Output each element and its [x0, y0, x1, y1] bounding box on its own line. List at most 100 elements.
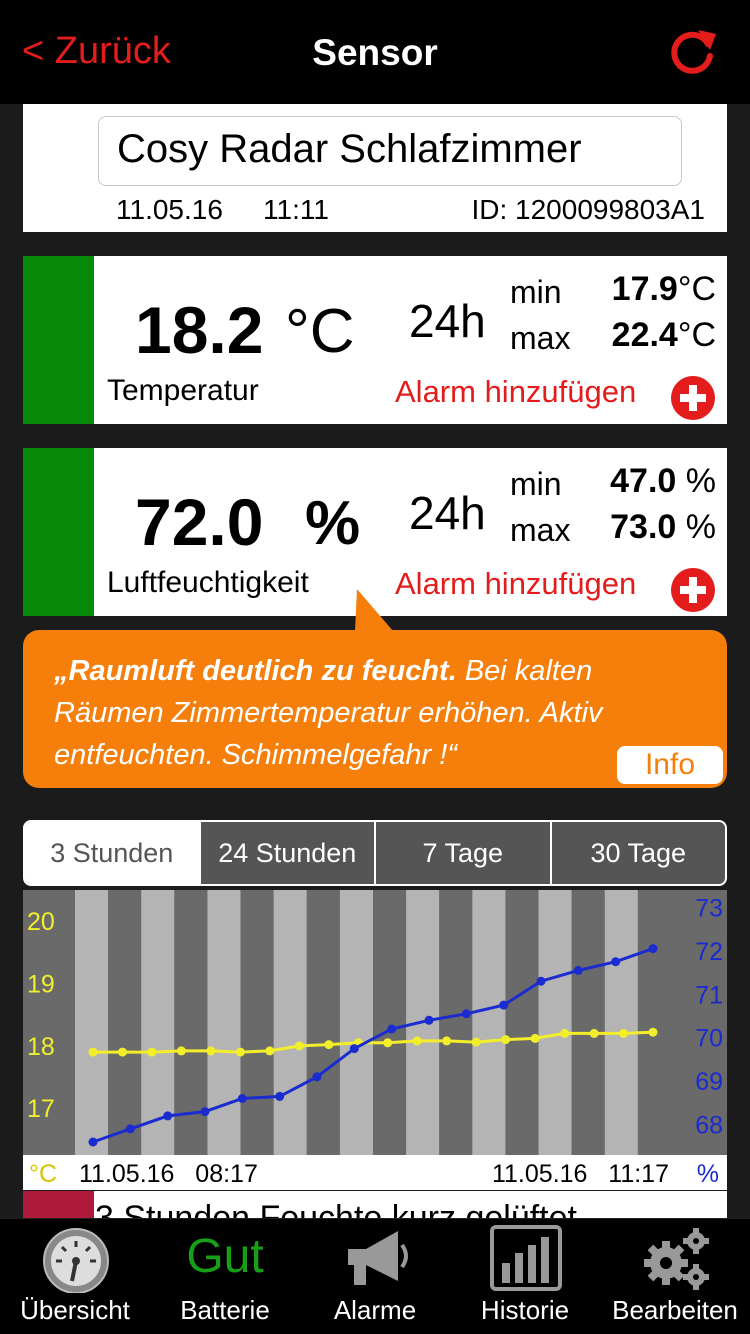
humidity-data-point	[611, 957, 621, 967]
temperature-min-label: min	[510, 274, 562, 310]
advice-bubble: „Raumluft deutlich zu feucht. Bei kalten…	[23, 630, 727, 788]
temperature-unit: °C	[285, 297, 355, 366]
humidity-max-unit: %	[685, 508, 716, 546]
humidity-data-point	[424, 1015, 434, 1025]
temperature-data-point	[648, 1027, 658, 1037]
humidity-min-label: min	[510, 466, 562, 502]
info-button[interactable]: Info	[617, 746, 723, 784]
x-axis-end-label: 11.05.16 11:17	[492, 1160, 669, 1188]
megaphone-icon	[348, 1231, 408, 1285]
humidity-label: Luftfeuchtigkeit	[107, 566, 309, 599]
left-axis-tick-label: 18	[27, 1033, 55, 1061]
humidity-data-point	[387, 1024, 397, 1034]
temperature-card: 18.2 °C Temperatur 24h min max 17.9°C 22…	[23, 256, 727, 424]
sensor-screen: < Zurück Sensor Cosy Radar Schlafzimmer …	[0, 0, 750, 1334]
content-area: Cosy Radar Schlafzimmer 11.05.16 11:11 I…	[0, 104, 750, 1218]
right-axis-tick-label: 72	[695, 938, 723, 966]
temperature-data-point	[294, 1041, 304, 1051]
tab-label: Alarme	[333, 1295, 417, 1325]
humidity-data-point	[275, 1091, 285, 1101]
temperature-data-point	[501, 1035, 511, 1045]
humidity-unit: %	[305, 489, 361, 558]
temperature-min: 17.9°C	[612, 270, 716, 309]
temperature-data-point	[589, 1028, 599, 1038]
chart-grid-stripe	[439, 890, 473, 1155]
temperature-data-point	[530, 1033, 540, 1043]
humidity-data-point	[200, 1107, 210, 1117]
range-24h[interactable]: 24 Stunden	[198, 822, 375, 884]
tab-label: Übersicht	[20, 1295, 130, 1325]
right-axis-tick-label: 70	[695, 1025, 723, 1053]
right-axis-tick-label: 73	[695, 894, 723, 922]
tab-label: Batterie	[180, 1295, 270, 1325]
next-card[interactable]: 3 Stunden Feuchte kurz gelüftet	[23, 1191, 727, 1218]
temperature-label: Temperatur	[107, 374, 259, 407]
humidity-status-bar	[23, 448, 94, 616]
chart-grid-stripe	[472, 890, 506, 1155]
range-3h[interactable]: 3 Stunden	[25, 822, 199, 884]
chart-grid-stripe	[240, 890, 274, 1155]
next-card-text: 3 Stunden Feuchte kurz gelüftet	[95, 1199, 577, 1218]
temperature-data-point	[383, 1038, 393, 1048]
tab-historie[interactable]: Historie	[450, 1219, 600, 1334]
chart-grid-stripe	[637, 890, 671, 1155]
next-card-status-bar	[23, 1191, 94, 1218]
chart-grid-stripe	[339, 890, 373, 1155]
right-axis-tick-label: 69	[695, 1068, 723, 1096]
tab-uebersicht[interactable]: Übersicht	[0, 1219, 150, 1334]
temperature-data-point	[619, 1028, 628, 1038]
humidity-data-point	[573, 965, 583, 975]
temperature-data-point	[471, 1037, 481, 1047]
add-alarm-plus-icon[interactable]	[671, 376, 715, 420]
temperature-min-value: 17.9	[611, 270, 678, 308]
temperature-value: 18.2	[135, 293, 264, 367]
humidity-data-point	[461, 1009, 471, 1019]
range-7d[interactable]: 7 Tage	[374, 822, 550, 884]
humidity-data-point	[237, 1094, 247, 1103]
temperature-period: 24h	[409, 295, 486, 347]
left-axis-tick-label: 17	[27, 1095, 55, 1123]
range-30d[interactable]: 30 Tage	[549, 822, 726, 884]
temperature-data-point	[118, 1047, 127, 1057]
humidity-data-point	[648, 944, 658, 954]
chart-grid-stripe	[604, 890, 638, 1155]
sensor-time: 11:11	[263, 194, 329, 225]
humidity-max: 73.0 %	[610, 508, 716, 547]
left-axis-tick-label: 20	[27, 908, 55, 936]
humidity-add-alarm[interactable]: Alarm hinzufügen	[395, 566, 636, 602]
refresh-icon[interactable]	[664, 24, 720, 80]
temperature-add-alarm[interactable]: Alarm hinzufügen	[395, 374, 636, 410]
temperature-max-label: max	[510, 320, 571, 356]
chart-grid-stripe	[108, 890, 142, 1155]
tab-bearbeiten[interactable]: Bearbeiten	[600, 1219, 750, 1334]
humidity-max-value: 73.0	[610, 508, 677, 546]
temperature-data-point	[324, 1040, 334, 1050]
add-alarm-plus-icon[interactable]	[671, 568, 715, 612]
battery-status-text: Gut	[186, 1230, 264, 1283]
tab-alarme[interactable]: Alarme	[300, 1219, 450, 1334]
temperature-max-value: 22.4	[611, 316, 678, 354]
temperature-data-point	[412, 1036, 422, 1046]
chart-grid-stripe	[571, 890, 605, 1155]
humidity-data-point	[163, 1111, 173, 1121]
temperature-data-point	[88, 1047, 98, 1057]
temperature-data-point	[235, 1047, 245, 1057]
tab-batterie[interactable]: Gut Batterie	[150, 1219, 300, 1334]
right-axis-tick-label: 68	[695, 1112, 723, 1140]
history-chart[interactable]: 20191817 737271706968 °C 11.05.16 08:17 …	[23, 890, 727, 1190]
temperature-data-point	[265, 1046, 275, 1056]
sensor-name-card: Cosy Radar Schlafzimmer 11.05.16 11:11 I…	[23, 104, 727, 232]
chart-grid-stripe	[306, 890, 340, 1155]
sensor-name-field[interactable]: Cosy Radar Schlafzimmer	[98, 116, 682, 186]
temperature-data-point	[147, 1047, 157, 1057]
temperature-data-point	[176, 1046, 186, 1056]
back-button[interactable]: < Zurück	[22, 30, 171, 73]
tab-label: Bearbeiten	[612, 1295, 738, 1325]
humidity-data-point	[499, 1000, 509, 1010]
temperature-data-point	[206, 1046, 216, 1056]
temperature-data-point	[442, 1036, 452, 1046]
bar-chart-icon	[490, 1225, 562, 1291]
chart-grid-stripe	[273, 890, 307, 1155]
humidity-data-point	[349, 1044, 359, 1054]
humidity-max-label: max	[510, 512, 571, 548]
